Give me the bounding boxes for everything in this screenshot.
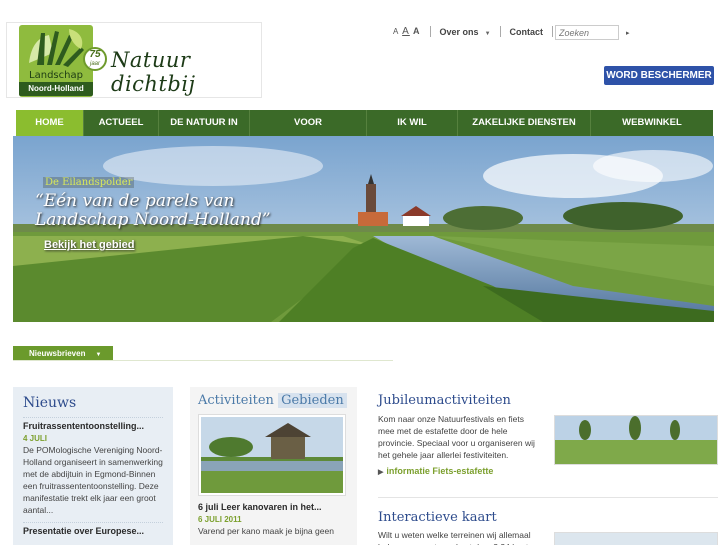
hero-kicker: De Eilandspolder — [43, 177, 135, 188]
activities-tabs: Activiteiten Gebieden — [198, 393, 349, 408]
activity-date: 6 JULI 2011 — [198, 515, 242, 524]
jubilee-more-link[interactable]: ▶ informatie Fiets-estafette — [378, 466, 496, 476]
hero-landscape-image — [13, 136, 714, 328]
logo-emblem: Landschap Noord-Holland — [19, 25, 93, 97]
about-link-label: Over ons — [439, 26, 479, 37]
news-item-body: De POMologische Vereniging Noord-Holland… — [23, 445, 163, 515]
search-submit-icon[interactable]: ▸ — [626, 29, 630, 37]
nav-webwinkel[interactable]: WEBWINKEL — [591, 110, 713, 136]
tab-areas[interactable]: Gebieden — [278, 393, 347, 408]
divider — [429, 26, 431, 37]
nav-voor-vrijwilligers[interactable]: VOOR VRIJWILLIGERS — [250, 110, 367, 154]
nav-ik-wil-helpen[interactable]: IK WIL HELPEN — [367, 110, 458, 154]
text-size-medium[interactable]: A — [402, 26, 410, 37]
news-item-date: 4 JULI — [23, 434, 48, 443]
jubilee-body: Kom naar onze Natuurfestivals en fiets m… — [378, 414, 535, 460]
nav-actueel[interactable]: ACTUEEL — [84, 110, 159, 136]
map-title: Interactieve kaart — [378, 510, 497, 525]
hero-quote: “Eén van de parels van Landschap Noord-H… — [35, 191, 271, 230]
chevron-right-icon: ▶ — [378, 469, 384, 476]
divider — [378, 497, 718, 498]
hero-banner[interactable]: De Eilandspolder “Eén van de parels van … — [13, 136, 714, 328]
search-input[interactable] — [555, 25, 619, 40]
logo-line1: Landschap — [29, 70, 83, 81]
nav-zakelijke-diensten[interactable]: ZAKELIJKE DIENSTEN — [458, 110, 591, 136]
meadow-image — [555, 416, 717, 464]
about-menu-link[interactable]: Over ons ▼ — [440, 27, 491, 37]
chevron-down-icon: ▼ — [484, 30, 491, 37]
activities-column: Activiteiten Gebieden 6 juli Leer kanova… — [190, 387, 357, 545]
map-photo[interactable] — [554, 532, 718, 545]
logo-tagline: Natuur dichtbij — [111, 48, 196, 96]
chevron-down-icon: ▼ — [95, 352, 102, 358]
news-item-headline[interactable]: Fruitrassententoonstelling... — [23, 417, 163, 431]
jubilee-more-label: informatie Fiets-estafette — [386, 466, 494, 476]
divider — [552, 26, 554, 37]
activity-body: Varend per kano maak je bijna geen — [198, 526, 334, 536]
news-item-headline[interactable]: Presentatie over Europese... — [23, 522, 163, 536]
anniversary-badge: 75 jaar — [83, 47, 107, 71]
text-size-large[interactable]: A — [413, 26, 421, 36]
nav-de-natuur-in[interactable]: DE NATUUR IN — [159, 110, 250, 136]
activity-photo[interactable] — [198, 414, 346, 496]
top-links: A A A Over ons ▼ Contact — [393, 26, 562, 37]
jubilee-photo[interactable] — [554, 415, 718, 465]
nav-home[interactable]: HOME — [16, 110, 84, 136]
text-size-controls: A A A — [393, 26, 421, 37]
tab-activities[interactable]: Activiteiten — [198, 393, 274, 408]
text-size-small[interactable]: A — [393, 27, 399, 36]
logo-line2: Noord-Holland — [19, 82, 93, 96]
main-nav: HOME ACTUEEL DE NATUUR IN VOOR VRIJWILLI… — [16, 110, 713, 154]
news-title: Nieuws — [23, 395, 77, 411]
hand-leaf-icon — [29, 29, 84, 67]
activity-headline[interactable]: 6 juli Leer kanovaren in het... — [198, 499, 349, 512]
jubilee-column: Jubileumactiviteiten Kom naar onze Natuu… — [370, 387, 720, 545]
canoe-landscape-image — [201, 417, 343, 493]
newsletter-tab[interactable]: Nieuwsbrieven ▼ — [13, 346, 113, 361]
hero-view-area-link[interactable]: Bekijk het gebied — [44, 239, 134, 251]
contact-link[interactable]: Contact — [510, 27, 544, 37]
anniversary-unit: jaar — [89, 61, 100, 67]
anniversary-number: 75 — [89, 49, 101, 60]
site-logo[interactable]: Landschap Noord-Holland 75 jaar Natuur d… — [6, 22, 262, 98]
become-protector-button[interactable]: WORD BESCHERMER — [604, 66, 714, 85]
jubilee-title: Jubileumactiviteiten — [378, 393, 511, 408]
divider — [499, 26, 501, 37]
divider — [13, 360, 393, 361]
news-column: Nieuws Fruitrassententoonstelling... 4 J… — [13, 387, 173, 545]
map-body: Wilt u weten welke terreinen wij allemaa… — [378, 530, 531, 545]
newsletter-tab-label: Nieuwsbrieven — [29, 349, 86, 358]
